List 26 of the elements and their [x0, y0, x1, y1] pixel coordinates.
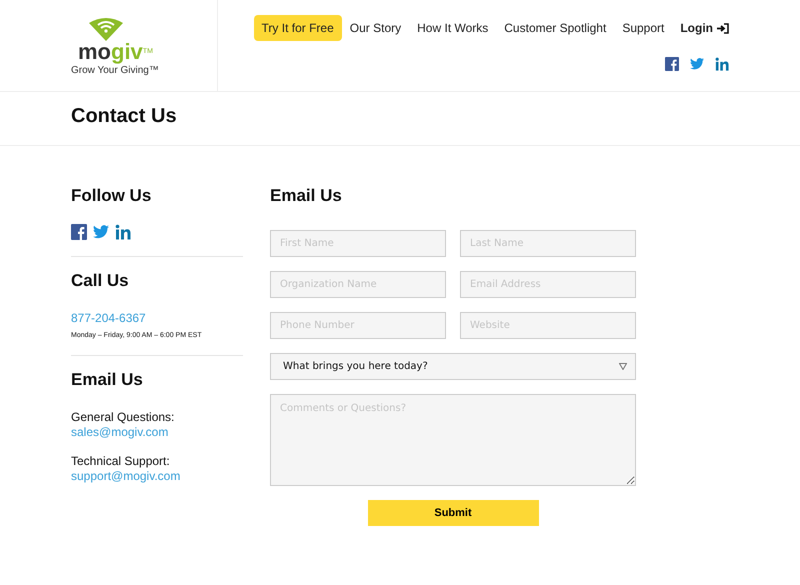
login-icon	[717, 22, 729, 34]
login-link[interactable]: Login	[672, 16, 729, 40]
logo-wordmark: mogiv$^{TM}$	[78, 41, 153, 63]
contact-label: General Questions:	[71, 410, 176, 425]
page-title: Contact Us	[71, 105, 178, 128]
nav-link[interactable]: Support	[614, 16, 672, 40]
section-heading: Call Us	[71, 271, 130, 291]
twitter-icon[interactable]	[690, 57, 704, 71]
nav-link[interactable]: Our Story	[342, 16, 410, 40]
try-free-button[interactable]: Try It for Free	[254, 15, 342, 41]
contact-label: Technical Support:	[71, 454, 171, 469]
facebook-icon[interactable]	[665, 57, 679, 71]
dropdown-icon	[619, 363, 627, 370]
section-heading: Follow Us	[71, 186, 152, 206]
form-heading: Email Us	[270, 186, 343, 206]
nav-link[interactable]: How It Works	[409, 16, 496, 40]
nav-link[interactable]: Customer Spotlight	[496, 16, 614, 40]
facebook-icon[interactable]	[71, 224, 87, 240]
twitter-icon[interactable]	[93, 224, 109, 240]
linkedin-icon[interactable]	[115, 224, 131, 240]
logo-tagline: Grow Your Giving™	[71, 65, 159, 76]
submit-button[interactable]: Submit	[368, 500, 538, 526]
linkedin-icon[interactable]	[715, 57, 729, 71]
select-field[interactable]: What brings you here today?	[270, 353, 636, 380]
wifi-logo-icon	[89, 17, 123, 41]
section-heading: Email Us	[71, 370, 144, 390]
